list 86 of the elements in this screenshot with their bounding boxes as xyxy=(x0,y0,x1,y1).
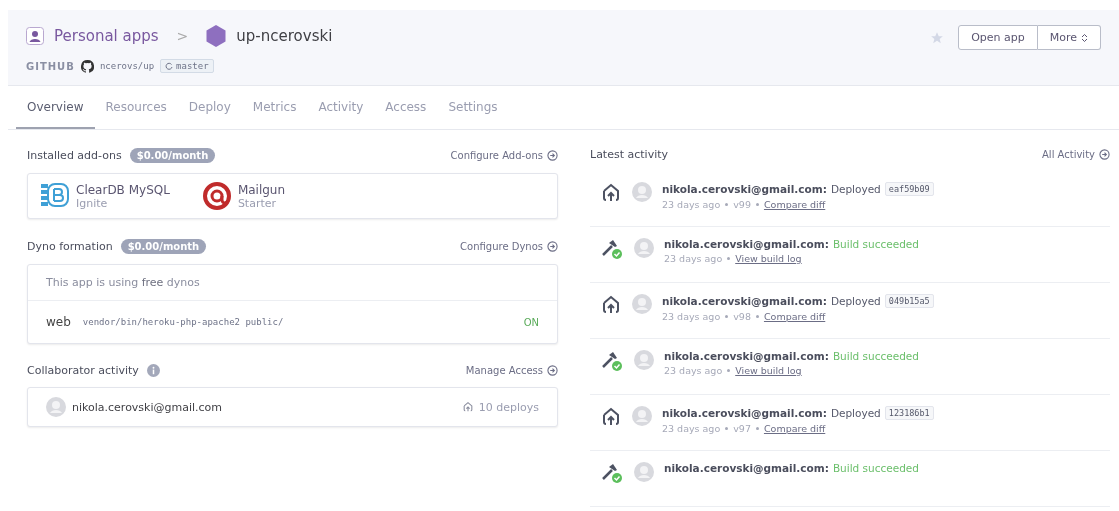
info-icon xyxy=(146,364,160,377)
process-status: ON xyxy=(523,316,539,328)
compare-diff-link[interactable]: Compare diff xyxy=(763,423,826,434)
github-icon xyxy=(80,59,94,73)
refresh-icon xyxy=(165,62,174,70)
compare-diff-link[interactable]: Compare diff xyxy=(763,199,826,210)
open-app-button[interactable]: Open app xyxy=(958,25,1038,50)
branch-tag: master xyxy=(160,59,214,73)
all-activity-link[interactable]: All Activity xyxy=(1042,149,1110,160)
separator-dot xyxy=(755,315,759,318)
activity-text: nikola.cerovski@gmail.com: Build succeeded xyxy=(664,238,919,250)
dyno-note: This app is using free dynos xyxy=(28,265,557,301)
activity-text: nikola.cerovski@gmail.com: Build succeeded xyxy=(664,462,919,474)
breadcrumb-link[interactable]: Personal apps xyxy=(54,27,159,45)
repo-link[interactable]: ncerovs/up xyxy=(99,61,155,71)
section-title: Latest activity xyxy=(590,148,669,161)
separator-dot xyxy=(727,369,731,372)
arrow-circle-icon xyxy=(547,365,558,376)
process-type: web xyxy=(46,315,71,329)
nav-tab[interactable]: Deploy xyxy=(177,86,242,129)
section-title: Installed add-ons xyxy=(27,149,122,162)
version-label: v97 xyxy=(733,423,751,434)
addon-plan: Ignite xyxy=(76,196,109,210)
section-title: Collaborator activity xyxy=(27,364,139,377)
hammer-check-icon xyxy=(600,350,624,372)
avatar-icon xyxy=(634,462,654,482)
separator-dot xyxy=(725,315,729,318)
breadcrumb-separator: > xyxy=(176,28,189,44)
build-log-link[interactable]: View build log xyxy=(735,365,802,376)
activity-time: 23 days ago xyxy=(662,311,721,322)
activity-time: 23 days ago xyxy=(664,253,723,264)
activity-time: 23 days ago xyxy=(662,423,721,434)
addon-plan: Starter xyxy=(237,196,277,210)
nav-tab[interactable]: Overview xyxy=(16,86,95,129)
addon-name[interactable]: Mailgun xyxy=(237,182,286,197)
activity-time: 23 days ago xyxy=(662,199,721,210)
avatar-icon xyxy=(632,294,652,314)
collaborator-email: nikola.cerovski@gmail.com xyxy=(72,400,223,414)
avatar-icon xyxy=(46,397,66,417)
activity-time: 23 days ago xyxy=(664,365,723,376)
build-log-link[interactable]: View build log xyxy=(735,253,802,264)
star-icon[interactable] xyxy=(930,31,945,45)
nav-tab[interactable]: Settings xyxy=(437,86,509,129)
activity-text: nikola.cerovski@gmail.com: Deployed eaf59b09 xyxy=(662,182,934,196)
hammer-check-icon xyxy=(600,238,624,260)
upload-icon xyxy=(600,182,622,204)
deploy-count: 10 deploys xyxy=(461,400,539,414)
avatar-icon xyxy=(632,406,652,426)
hexagon-icon xyxy=(206,25,227,47)
addon-name[interactable]: ClearDB MySQL xyxy=(76,182,170,197)
activity-text: nikola.cerovski@gmail.com: Deployed 049b15a5 xyxy=(662,294,934,308)
nav-tab[interactable]: Resources xyxy=(94,86,178,129)
nav-tab[interactable]: Activity xyxy=(307,86,375,129)
arrow-circle-icon xyxy=(547,150,558,161)
more-button[interactable]: More xyxy=(1037,25,1101,50)
compare-diff-link[interactable]: Compare diff xyxy=(763,311,826,322)
section-title: Dyno formation xyxy=(27,240,113,253)
chevron-updown-icon xyxy=(1081,32,1088,43)
price-badge: $0.00/month xyxy=(120,239,207,254)
avatar-icon xyxy=(634,238,654,258)
separator-dot xyxy=(727,257,731,260)
avatar-icon xyxy=(632,182,652,202)
source-label: GITHUB xyxy=(26,60,75,72)
separator-dot xyxy=(725,203,729,206)
activity-text: nikola.cerovski@gmail.com: Build succeeded xyxy=(664,350,919,362)
manage-access-link[interactable]: Manage Access xyxy=(465,365,558,376)
process-command: vendor/bin/heroku-php-apache2 public/ xyxy=(82,317,284,327)
arrow-circle-icon xyxy=(1099,149,1110,160)
upload-icon xyxy=(461,401,474,413)
target-logo xyxy=(201,181,232,211)
price-badge: $0.00/month xyxy=(129,148,216,163)
hammer-check-icon xyxy=(600,462,624,484)
upload-icon xyxy=(600,406,622,428)
separator-dot xyxy=(725,427,729,430)
activity-text: nikola.cerovski@gmail.com: Deployed 123186b1 xyxy=(662,406,934,420)
separator-dot xyxy=(755,203,759,206)
configure-dynos-link[interactable]: Configure Dynos xyxy=(460,241,558,252)
version-label: v99 xyxy=(733,199,751,210)
app-name: up-ncerovski xyxy=(236,27,333,45)
avatar-icon xyxy=(634,350,654,370)
configure-addons-link[interactable]: Configure Add-ons xyxy=(450,150,558,161)
separator-dot xyxy=(755,427,759,430)
person-icon xyxy=(26,27,44,45)
arrow-circle-icon xyxy=(547,241,558,252)
version-label: v98 xyxy=(733,311,751,322)
upload-icon xyxy=(600,294,622,316)
